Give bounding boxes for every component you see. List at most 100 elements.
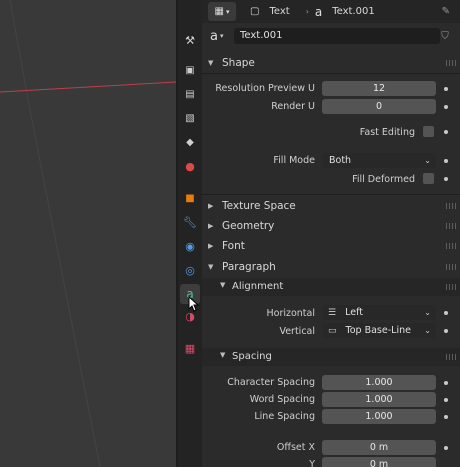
tab-object[interactable]: ■ — [180, 188, 200, 208]
render-icon: ▣ — [185, 64, 195, 76]
fill-mode-value: Both — [329, 155, 352, 166]
offset-x-label: Offset X — [276, 442, 315, 453]
collapsed-triangle-icon: ▶ — [208, 202, 214, 210]
line-spacing-field[interactable]: 1.000 — [322, 409, 436, 424]
viewport-grid — [0, 0, 176, 467]
expanded-triangle-icon: ▼ — [208, 59, 214, 67]
tab-view-layer[interactable]: ▧ — [180, 108, 200, 128]
drag-handle-icon[interactable] — [446, 264, 456, 270]
align-left-icon: ☰ — [328, 308, 337, 318]
editor-type-button[interactable]: ▦ ▾ — [208, 2, 236, 21]
breadcrumb-object: Text — [269, 6, 290, 17]
expanded-triangle-icon: ▼ — [208, 263, 214, 271]
drag-handle-icon[interactable] — [446, 223, 456, 229]
drag-handle-icon[interactable] — [446, 284, 456, 290]
world-icon: ● — [185, 159, 195, 173]
keyframe-dot-icon[interactable] — [444, 446, 448, 450]
fill-mode-select[interactable]: Both ⌄ — [322, 153, 436, 168]
keyframe-dot-icon[interactable] — [444, 159, 448, 163]
drag-handle-icon[interactable] — [446, 203, 456, 209]
tab-render[interactable]: ▣ — [180, 60, 200, 80]
paragraph-panel-header[interactable]: ▼ Paragraph — [202, 257, 460, 277]
chevron-down-icon: ⌄ — [424, 156, 431, 165]
breadcrumb-data: Text.001 — [332, 6, 375, 17]
collapsed-triangle-icon: ▶ — [208, 242, 214, 250]
panel-title: Shape — [222, 57, 255, 69]
tool-icon: ⚒ — [185, 33, 195, 47]
shield-icon: ⛉ — [441, 30, 449, 42]
browse-data-button[interactable]: a ▾ — [210, 28, 232, 44]
output-icon: ▤ — [185, 88, 195, 100]
fill-deformed-label: Fill Deformed — [352, 174, 415, 185]
breadcrumb-separator-icon: › — [305, 7, 309, 16]
drag-handle-icon[interactable] — [446, 243, 456, 249]
vertical-value: Top Base-Line — [345, 325, 411, 336]
scene-icon: ◆ — [186, 136, 194, 148]
resolution-preview-label: Resolution Preview U — [215, 83, 315, 94]
3d-viewport[interactable] — [0, 0, 176, 467]
font-panel-header[interactable]: ▶ Font — [202, 236, 460, 256]
drag-handle-icon[interactable] — [446, 60, 456, 66]
chevron-down-icon: ▾ — [225, 7, 230, 16]
keyframe-dot-icon[interactable] — [444, 105, 448, 109]
fake-user-button[interactable]: ⛉ — [438, 28, 452, 44]
alignment-subpanel-header[interactable]: ▼ Alignment — [202, 278, 460, 296]
horizontal-align-select[interactable]: ☰ Left ⌄ — [322, 305, 436, 320]
fill-deformed-checkbox[interactable] — [423, 173, 434, 184]
datablock-selector: a ▾ Text.001 ⛉ — [202, 25, 460, 47]
pin-icon[interactable]: ✎ — [442, 6, 450, 17]
expanded-triangle-icon: ▼ — [220, 351, 226, 359]
tab-world[interactable]: ● — [180, 156, 200, 176]
tab-output[interactable]: ▤ — [180, 84, 200, 104]
horizontal-value: Left — [345, 307, 363, 318]
texture-space-panel-header[interactable]: ▶ Texture Space — [202, 196, 460, 216]
geometry-panel-header[interactable]: ▶ Geometry — [202, 216, 460, 236]
view-layer-icon: ▧ — [185, 112, 195, 124]
keyframe-dot-icon[interactable] — [444, 177, 448, 181]
fast-editing-label: Fast Editing — [359, 127, 415, 138]
character-spacing-field[interactable]: 1.000 — [322, 375, 436, 390]
subpanel-title: Spacing — [232, 351, 272, 362]
keyframe-dot-icon[interactable] — [444, 130, 448, 134]
tab-physics[interactable]: ◎ — [180, 260, 200, 280]
fill-mode-label: Fill Mode — [273, 155, 315, 166]
texture-icon: ▦ — [184, 341, 196, 355]
tab-tool[interactable]: ⚒ — [180, 30, 200, 50]
shape-panel-header[interactable]: ▼ Shape — [202, 53, 460, 73]
divider — [202, 73, 460, 74]
vertical-label: Vertical — [279, 326, 315, 337]
offset-y-field[interactable]: 0 m — [322, 457, 436, 467]
tab-modifiers[interactable]: 🔧︎ — [180, 212, 200, 232]
divider — [202, 194, 460, 195]
wrench-icon: 🔧︎ — [183, 215, 197, 229]
panel-title: Paragraph — [222, 261, 276, 273]
keyframe-dot-icon[interactable] — [444, 415, 448, 419]
text-data-icon: a — [314, 4, 323, 19]
keyframe-dot-icon[interactable] — [444, 311, 448, 315]
render-u-field[interactable]: 0 — [322, 99, 436, 114]
spacing-subpanel-header[interactable]: ▼ Spacing — [202, 348, 460, 366]
tab-texture[interactable]: ▦ — [180, 338, 200, 358]
fast-editing-checkbox[interactable] — [423, 126, 434, 137]
word-spacing-label: Word Spacing — [249, 394, 315, 405]
properties-panel: ▦ ▾ ▢ Text › a Text.001 ✎ a ▾ Text.001 ⛉ ▼… — [202, 0, 460, 467]
text-data-icon: a — [210, 28, 218, 44]
tab-particles[interactable]: ◉ — [180, 236, 200, 256]
keyframe-dot-icon[interactable] — [444, 329, 448, 333]
tab-scene[interactable]: ◆ — [180, 132, 200, 152]
chevron-down-icon: ⌄ — [424, 326, 431, 335]
word-spacing-field[interactable]: 1.000 — [322, 392, 436, 407]
mouse-cursor-icon — [188, 296, 200, 312]
drag-handle-icon[interactable] — [446, 354, 456, 360]
object-icon: ■ — [185, 192, 195, 204]
offset-x-field[interactable]: 0 m — [322, 440, 436, 455]
keyframe-dot-icon[interactable] — [444, 87, 448, 91]
offset-y-label: Y — [309, 459, 315, 467]
particles-icon: ◉ — [185, 239, 195, 253]
keyframe-dot-icon[interactable] — [444, 381, 448, 385]
character-spacing-label: Character Spacing — [227, 377, 315, 388]
vertical-align-select[interactable]: ▭ Top Base-Line ⌄ — [322, 323, 436, 338]
datablock-name-input[interactable]: Text.001 — [234, 28, 440, 44]
keyframe-dot-icon[interactable] — [444, 398, 448, 402]
resolution-preview-field[interactable]: 12 — [322, 81, 436, 96]
